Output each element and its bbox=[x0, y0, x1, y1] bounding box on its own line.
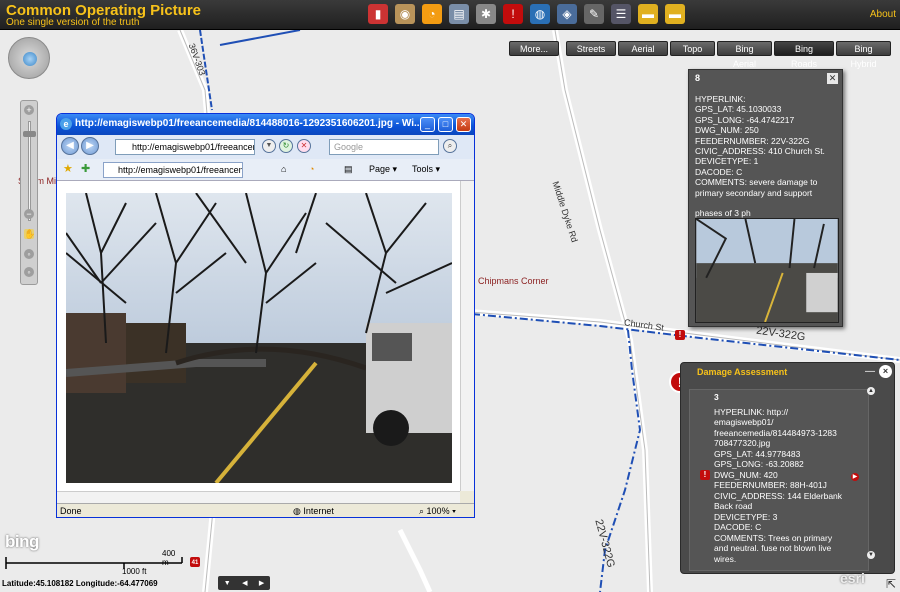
basemap-options: Streets Aerial Topo Bing Aerial Bing Roa… bbox=[566, 41, 891, 69]
record-alert-icon: ! bbox=[700, 470, 710, 480]
feature-popup: 8 ✕ HYPERLINK: GPS_LAT: 45.1030033 GPS_L… bbox=[688, 69, 843, 327]
pan-control[interactable] bbox=[8, 37, 50, 79]
globe-icon[interactable]: ◍ bbox=[530, 4, 550, 24]
feeds-icon[interactable]: ◔ bbox=[309, 164, 314, 174]
forward-icon[interactable]: ▶ bbox=[81, 137, 99, 155]
minimize-window-button[interactable]: _ bbox=[420, 117, 435, 132]
playback-controls: ▼ ◀ ▶ bbox=[218, 576, 270, 590]
damage-assessment-panel: Damage Assessment — × ! 3 HYPERLINK: htt… bbox=[680, 362, 895, 574]
page-menu[interactable]: Page ▾ bbox=[369, 164, 397, 175]
print-icon[interactable]: ▤ bbox=[344, 164, 353, 175]
close-button[interactable]: × bbox=[879, 365, 892, 378]
zoom-thumb[interactable] bbox=[23, 131, 36, 137]
status-text: Done bbox=[60, 506, 82, 516]
scale-label-ft: 1000 ft bbox=[122, 567, 147, 576]
previous-icon[interactable]: ◀ bbox=[242, 579, 247, 587]
basemap-streets[interactable]: Streets bbox=[566, 41, 616, 56]
damage-photo[interactable] bbox=[66, 193, 452, 483]
scroll-down-icon[interactable]: ▼ bbox=[867, 551, 875, 559]
popup-title: 8 bbox=[695, 73, 701, 83]
search-input[interactable]: Google bbox=[329, 139, 439, 155]
internet-zone: ◍ Internet bbox=[293, 506, 334, 516]
browser-tab[interactable]: http://emagiswebp01/freeancem... bbox=[103, 162, 243, 178]
globe-icon[interactable] bbox=[23, 52, 37, 66]
next-record-icon[interactable]: ▶ bbox=[851, 473, 859, 481]
browser-navbar: ◀ ▶ http://emagiswebp01/freeancer ▼ ↻ ✕ … bbox=[57, 135, 474, 159]
dropdown-icon[interactable]: ▼ bbox=[262, 139, 276, 153]
label-chipmans-corner: Chipmans Corner bbox=[478, 276, 549, 286]
folder-icon[interactable]: ▬ bbox=[638, 4, 658, 24]
settings-icon[interactable]: ✱ bbox=[476, 4, 496, 24]
scale-label-m: 400 m bbox=[162, 549, 176, 567]
scroll-up-icon[interactable]: ▲ bbox=[867, 387, 875, 395]
basemap-aerial[interactable]: Aerial bbox=[618, 41, 668, 56]
zoom-out-icon[interactable]: − bbox=[24, 209, 34, 219]
minimize-button[interactable]: — bbox=[865, 366, 875, 377]
resize-icon[interactable]: ⇱ bbox=[886, 577, 896, 591]
main-toolbar: ▮ ◉ ◔ ▤ ✱ ! ◍ ◈ ✎ ☰ ▬ ▬ bbox=[368, 4, 685, 24]
bing-logo: bing bbox=[5, 532, 39, 551]
folder-open-icon[interactable]: ▬ bbox=[665, 4, 685, 24]
next-icon[interactable]: ▶ bbox=[259, 579, 264, 587]
list-icon[interactable]: ☰ bbox=[611, 4, 631, 24]
popup-attributes: HYPERLINK: GPS_LAT: 45.1030033 GPS_LONG:… bbox=[695, 94, 825, 219]
basemap-bing-hybrid[interactable]: Bing Hybrid bbox=[836, 41, 891, 69]
more-basemaps-button[interactable]: More... bbox=[509, 41, 559, 56]
stop-icon[interactable]: ✕ bbox=[297, 139, 311, 153]
favorites-icon[interactable]: ★ bbox=[63, 162, 73, 175]
scale-bar-lines bbox=[5, 557, 183, 569]
zoom-in-icon[interactable]: + bbox=[24, 105, 34, 115]
printer-icon[interactable]: ▤ bbox=[449, 4, 469, 24]
browser-window: e http://emagiswebp01/freeancemedia/8144… bbox=[56, 113, 475, 518]
command-bar: ★ ✚ http://emagiswebp01/freeancem... ⌂ ◔… bbox=[57, 159, 474, 181]
browser-content bbox=[57, 181, 460, 491]
zoom-level[interactable]: ⌕ 100% ▾ bbox=[419, 506, 456, 517]
home-icon[interactable]: ⌂ bbox=[281, 164, 286, 174]
popup-photo[interactable] bbox=[695, 218, 839, 323]
coordinate-readout: Latitude:45.108182 Longitude:-64.477069 bbox=[2, 579, 158, 588]
alert-marker-41[interactable]: 41 bbox=[190, 557, 200, 567]
maximize-window-button[interactable]: □ bbox=[438, 117, 453, 132]
zoom-box-in-icon[interactable]: ◦ bbox=[24, 249, 34, 259]
hand-icon[interactable]: ✋ bbox=[24, 229, 35, 239]
zoom-box-out-icon[interactable]: ◦ bbox=[24, 267, 34, 277]
zoom-slider[interactable]: + − ✋ ◦ ◦ bbox=[20, 100, 38, 285]
toggle-icon[interactable]: ▼ bbox=[224, 580, 231, 587]
refresh-icon[interactable]: ↻ bbox=[279, 139, 293, 153]
close-window-button[interactable]: ✕ bbox=[456, 117, 471, 132]
back-icon[interactable]: ◀ bbox=[61, 137, 79, 155]
layers-icon[interactable]: ◈ bbox=[557, 4, 577, 24]
tools-menu[interactable]: Tools ▾ bbox=[412, 164, 440, 175]
esri-logo: esri bbox=[840, 570, 865, 586]
vertical-scrollbar[interactable] bbox=[460, 181, 474, 491]
about-link[interactable]: About bbox=[870, 9, 896, 20]
app-header: Common Operating Picture One single vers… bbox=[0, 0, 900, 30]
ie-logo-icon: e bbox=[60, 118, 72, 130]
damage-panel-title: Damage Assessment bbox=[697, 367, 788, 377]
basemap-bing-roads[interactable]: Bing Roads bbox=[774, 41, 834, 69]
address-bar[interactable]: http://emagiswebp01/freeancer bbox=[115, 139, 255, 155]
alert-icon[interactable]: ! bbox=[503, 4, 523, 24]
scale-bar: 400 m 1000 ft bbox=[4, 549, 184, 576]
tools-icon[interactable]: ✎ bbox=[584, 4, 604, 24]
book-icon[interactable]: ▮ bbox=[368, 4, 388, 24]
damage-attributes: 3 HYPERLINK: http:// emagiswebp01/ freea… bbox=[714, 392, 843, 564]
browser-titlebar[interactable]: e http://emagiswebp01/freeancemedia/8144… bbox=[57, 114, 474, 135]
horizontal-scrollbar[interactable] bbox=[57, 491, 460, 503]
palette-icon[interactable]: ◉ bbox=[395, 4, 415, 24]
popup-close-button[interactable]: ✕ bbox=[827, 73, 838, 84]
browser-title: http://emagiswebp01/freeancemedia/814488… bbox=[75, 118, 420, 129]
add-favorites-icon[interactable]: ✚ bbox=[81, 162, 90, 175]
status-bar: Done ◍ Internet ⌕ 100% ▾ bbox=[57, 503, 474, 517]
rss-icon[interactable]: ◔ bbox=[422, 4, 442, 24]
search-icon[interactable]: ⌕ bbox=[443, 139, 457, 153]
alert-marker[interactable]: ! bbox=[675, 330, 685, 340]
damage-record: ! 3 HYPERLINK: http:// emagiswebp01/ fre… bbox=[689, 389, 869, 571]
app-subtitle: One single version of the truth bbox=[6, 17, 140, 28]
basemap-topo[interactable]: Topo bbox=[670, 41, 715, 56]
basemap-bar: More... bbox=[509, 41, 559, 56]
basemap-bing-aerial[interactable]: Bing Aerial bbox=[717, 41, 772, 69]
